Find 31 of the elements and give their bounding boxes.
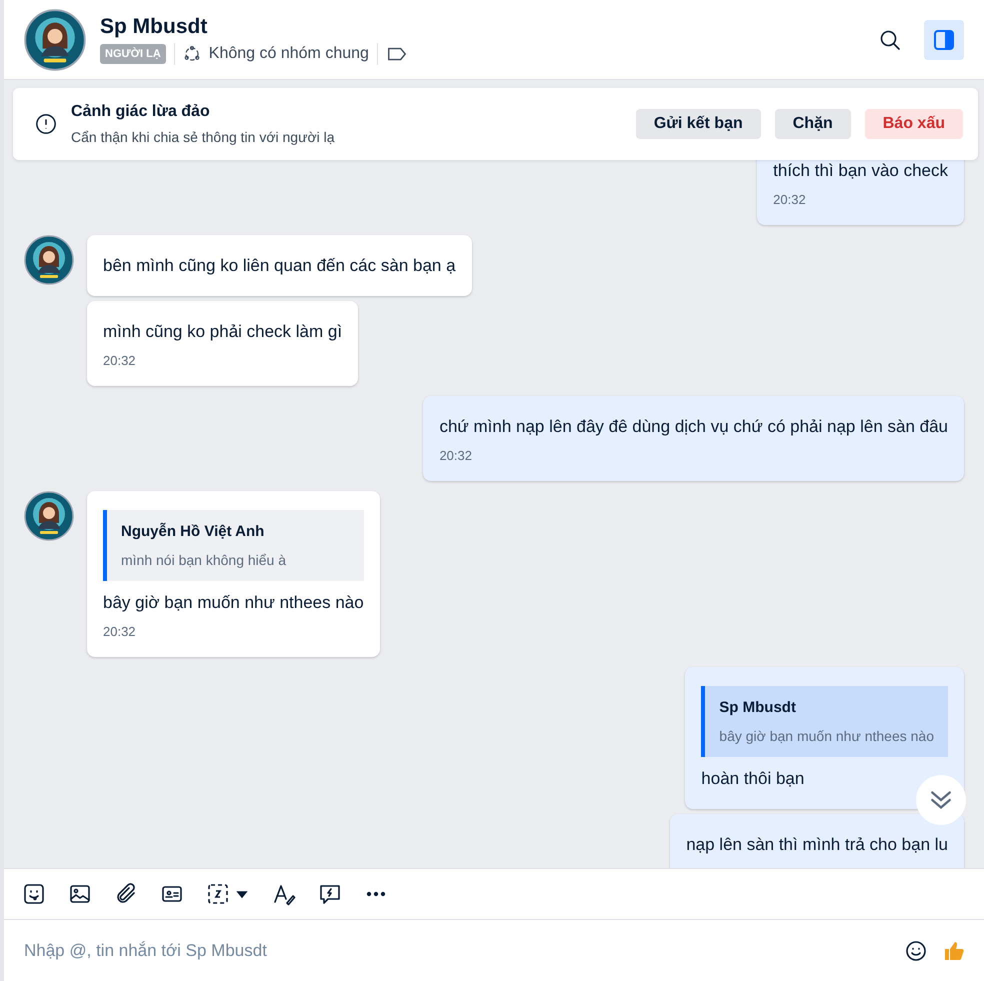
message-text: bây giờ bạn muốn như nthees nào — [103, 592, 364, 614]
message-time: 20:32 — [439, 448, 473, 463]
message-text: hoàn thôi bạn — [701, 768, 806, 790]
avatar — [24, 491, 74, 541]
message-text: mình cũng ko phải check làm gì — [103, 321, 342, 343]
common-groups-text: Không có nhóm chung — [208, 44, 369, 62]
contact-name: Sp Mbusdt — [100, 14, 208, 38]
search-icon — [878, 28, 902, 52]
quoted-sender: Nguyễn Hồ Việt Anh — [121, 523, 266, 540]
warning-title: Cảnh giác lừa đảo — [71, 103, 211, 121]
message-text: chứ mình nạp lên đây đê dùng dịch vụ chứ có phải nạp lên sàn đâu — [439, 416, 948, 438]
quoted-sender: Sp Mbusdt — [719, 699, 797, 716]
warning-text: Cẩn thận khi chia sẻ thông tin với người lạ — [71, 129, 336, 145]
warning-icon — [35, 113, 57, 135]
action-button[interactable]: Chặn — [774, 109, 851, 139]
report-button[interactable]: Báo xấu — [864, 109, 963, 139]
group-icon — [182, 44, 201, 62]
stranger-tag: NGƯỜI LẠ — [100, 44, 166, 64]
sidebar-icon — [932, 28, 956, 52]
avatar — [24, 235, 74, 285]
message-text: thích thì bạn vào check — [773, 160, 948, 182]
message-time: 20:32 — [773, 192, 807, 207]
avatar — [24, 8, 86, 70]
message-time: 20:32 — [103, 624, 137, 639]
message-time: 20:32 — [103, 353, 137, 368]
message-text: nạp lên sàn thì mình trả cho bạn lu — [686, 834, 948, 856]
quoted-text: bây giờ bạn muốn như nthees nào — [719, 728, 934, 744]
action-button[interactable]: Gửi kết bạn — [636, 109, 761, 139]
quoted-text: mình nói bạn không hiểu à — [121, 552, 288, 568]
panel-toggle-button[interactable] — [924, 20, 964, 60]
message-text: bên mình cũng ko liên quan đến các sàn bạn ạ — [103, 255, 456, 277]
